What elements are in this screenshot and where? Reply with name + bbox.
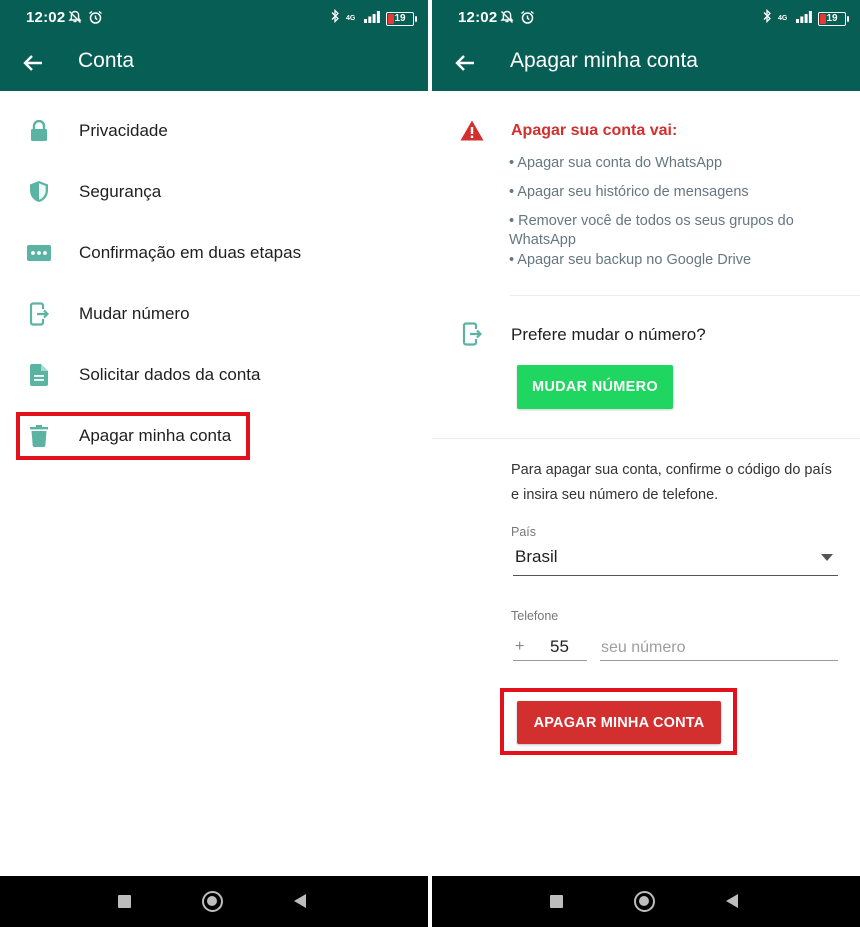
menu-item-request-info[interactable]: Solicitar dados da conta (0, 344, 428, 405)
dropdown-arrow-icon[interactable] (821, 554, 833, 561)
app-bar: Apagar minha conta (432, 34, 860, 91)
nav-bar (0, 876, 428, 927)
alarm-icon (520, 10, 535, 30)
battery-icon: 19 (386, 11, 417, 26)
bluetooth-icon (763, 8, 772, 28)
section-divider (432, 438, 860, 439)
change-number-button[interactable]: MUDAR NÚMERO (517, 365, 673, 409)
document-icon (26, 362, 52, 388)
alarm-icon (88, 10, 103, 30)
nav-bar (432, 876, 860, 927)
highlight-annotation (500, 688, 737, 755)
change-number-icon (26, 301, 52, 327)
recents-button[interactable] (550, 895, 563, 908)
signal-icon (364, 10, 380, 28)
status-indicators: 4G 19 (331, 8, 417, 28)
network-type: 4G (346, 15, 356, 22)
recents-button[interactable] (118, 895, 131, 908)
country-select[interactable]: Brasil (515, 547, 558, 567)
app-bar: Conta (0, 34, 428, 91)
section-divider (510, 295, 860, 296)
menu-item-label: Segurança (79, 181, 162, 201)
page-title: Apagar minha conta (510, 49, 698, 72)
menu-item-change-number[interactable]: Mudar número (0, 283, 428, 344)
status-bar: 12:02 4G 19 (0, 0, 428, 34)
menu-item-two-step[interactable]: Confirmação em duas etapas (0, 222, 428, 283)
phone-number-input[interactable] (601, 636, 838, 660)
shield-icon (26, 179, 52, 205)
country-underline (513, 575, 838, 576)
menu-item-label: Confirmação em duas etapas (79, 242, 302, 262)
menu-item-label: Mudar número (79, 303, 190, 323)
arrow-left-icon (23, 55, 42, 71)
warning-bullet: • Apagar seu backup no Google Drive (509, 252, 752, 268)
status-indicators: 4G 19 (763, 8, 849, 28)
battery-level: 19 (394, 12, 406, 24)
home-button[interactable] (202, 891, 223, 912)
warning-icon (460, 120, 484, 146)
back-button[interactable] (18, 48, 48, 78)
delete-account-screen: 12:02 4G 19 Apagar minha conta Apagar su… (432, 0, 860, 927)
account-settings-screen: 12:02 4G 19 Conta Privacidade Segurança … (0, 0, 428, 927)
network-type: 4G (778, 15, 788, 22)
back-button[interactable] (450, 48, 480, 78)
notifications-off-icon (500, 10, 514, 29)
status-bar: 12:02 4G 19 (432, 0, 860, 34)
status-time: 12:02 (26, 9, 66, 26)
battery-level: 19 (826, 12, 838, 24)
plus-sign: + (515, 638, 525, 655)
country-label: País (511, 525, 537, 539)
confirm-instructions: Para apagar sua conta, confirme o código… (511, 462, 832, 503)
nav-back-button[interactable] (726, 894, 738, 908)
menu-item-label: Privacidade (79, 120, 168, 140)
change-number-prompt: Prefere mudar o número? (511, 325, 706, 344)
dots-icon (26, 240, 52, 266)
menu-item-security[interactable]: Segurança (0, 161, 428, 222)
status-time: 12:02 (458, 9, 498, 26)
phone-label: Telefone (511, 609, 559, 623)
highlight-annotation (16, 412, 250, 460)
warning-bullet: • Apagar sua conta do WhatsApp (509, 155, 723, 171)
battery-icon: 19 (818, 11, 849, 26)
warning-title: Apagar sua conta vai: (511, 122, 678, 139)
country-code-underline (513, 660, 587, 661)
warning-bullet: • Apagar seu histórico de mensagens (509, 184, 749, 200)
home-button[interactable] (634, 891, 655, 912)
warning-bullet: • Remover você de todos os seus grupos d… (509, 213, 794, 248)
arrow-left-icon (455, 55, 474, 71)
nav-back-button[interactable] (294, 894, 306, 908)
lock-icon (26, 118, 52, 144)
notifications-off-icon (68, 10, 82, 29)
phone-underline (600, 660, 838, 661)
country-code-input[interactable]: 55 (550, 637, 569, 657)
page-title: Conta (78, 49, 135, 72)
menu-item-label: Solicitar dados da conta (79, 364, 261, 384)
menu-item-privacy[interactable]: Privacidade (0, 100, 428, 161)
signal-icon (796, 10, 812, 28)
bluetooth-icon (331, 8, 340, 28)
change-number-icon (462, 322, 483, 351)
